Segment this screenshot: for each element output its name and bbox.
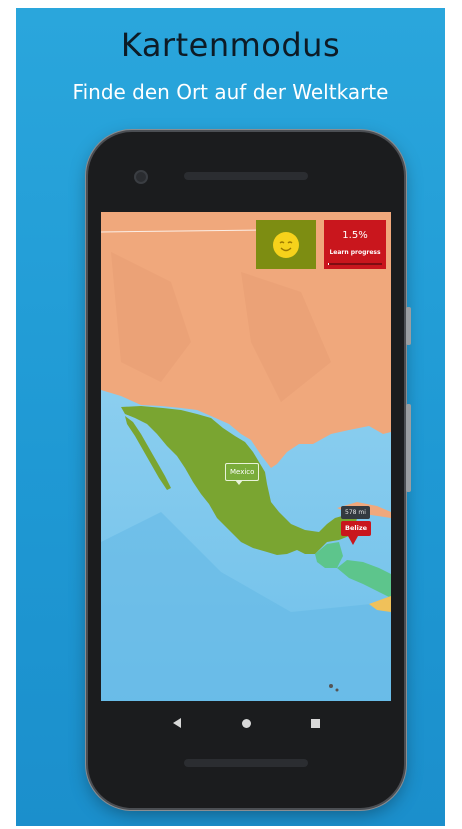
mood-badge	[256, 220, 316, 269]
target-pin	[348, 536, 358, 545]
subline: Finde den Ort auf der Weltkarte	[72, 80, 389, 104]
country-label-mexico[interactable]: Mexico	[225, 463, 260, 485]
island	[335, 688, 339, 692]
earpiece-speaker	[184, 172, 308, 180]
distance-label: 578 mi	[341, 506, 370, 519]
smiley-face-icon	[273, 231, 299, 258]
progress-value: 1.5%	[342, 230, 368, 241]
front-camera	[134, 170, 148, 184]
target-label-belize: Belize	[341, 521, 372, 536]
progress-fill	[328, 263, 330, 265]
world-map[interactable]	[101, 212, 391, 701]
headline: Kartenmodus	[120, 26, 341, 64]
home-button[interactable]	[226, 701, 266, 745]
island	[329, 684, 333, 688]
progress-bar	[328, 263, 382, 265]
volume-button	[406, 404, 411, 492]
power-button	[406, 307, 411, 345]
promo-background: Kartenmodus Finde den Ort auf der Weltka…	[16, 8, 445, 826]
back-button[interactable]	[157, 701, 197, 745]
game-screen: 1.5% Learn progress Mexico 578 mi Belize	[101, 212, 391, 701]
progress-label: Learn progress	[329, 249, 381, 256]
recent-apps-square-icon	[310, 718, 320, 728]
android-nav-bar	[101, 701, 391, 745]
back-triangle-icon	[173, 718, 181, 728]
home-circle-icon	[241, 718, 251, 728]
recent-apps-button[interactable]	[295, 701, 335, 745]
phone-frame: 1.5% Learn progress Mexico 578 mi Belize	[88, 132, 411, 808]
bottom-speaker	[184, 759, 308, 767]
learn-progress-badge: 1.5% Learn progress	[324, 220, 386, 269]
